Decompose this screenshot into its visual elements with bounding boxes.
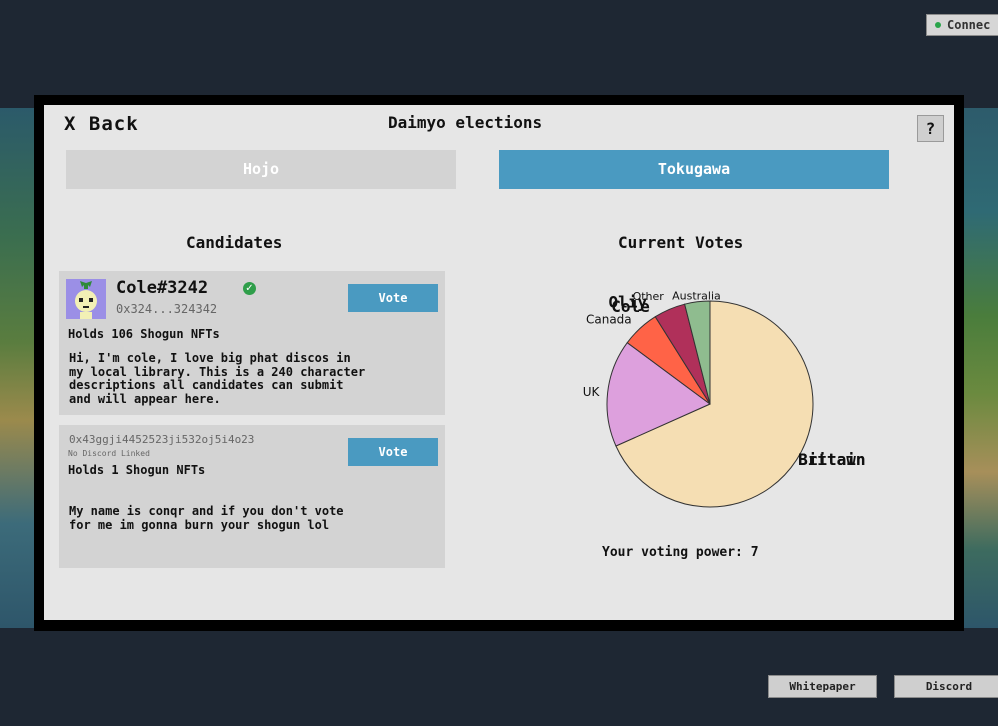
votes-pie-chart: BittawnBritainUKCanadaOliyColeOther Austr…: [583, 290, 866, 508]
candidate-description: My name is conqr and if you don't vote f…: [69, 504, 344, 532]
candidates-title: Candidates: [186, 233, 283, 252]
pie-label-uk: UK: [583, 385, 601, 399]
current-votes-title: Current Votes: [618, 233, 744, 252]
candidate-address: 0x324...324342: [116, 302, 218, 316]
vote-button[interactable]: Vote: [348, 284, 438, 312]
connection-label: Connec: [947, 18, 991, 32]
voting-power: Your voting power: 7: [602, 545, 759, 560]
candidate-address: 0x43ggji4452523ji532oj5i4o23: [69, 433, 255, 446]
back-button[interactable]: X Back: [64, 113, 139, 135]
pie-label-other: Other: [633, 290, 665, 303]
connected-dot-icon: [935, 22, 941, 28]
verified-icon: ✓: [243, 282, 256, 295]
page-title: Daimyo elections: [388, 113, 543, 132]
candidate-name: Cole#3242: [116, 278, 209, 298]
help-button[interactable]: ?: [917, 115, 944, 142]
candidate-holdings: Holds 1 Shogun NFTs: [68, 463, 206, 477]
map-background-right: [960, 108, 998, 628]
vote-button[interactable]: Vote: [348, 438, 438, 466]
avatar: [66, 279, 106, 319]
pie-label-overlay: Britain: [798, 450, 865, 469]
whitepaper-button[interactable]: Whitepaper: [768, 675, 877, 698]
candidate-description: Hi, I'm cole, I love big phat discos in …: [69, 351, 366, 406]
tab-hojo[interactable]: Hojo: [66, 150, 456, 189]
discord-status: No Discord Linked: [68, 449, 150, 458]
discord-button[interactable]: Discord: [894, 675, 998, 698]
connection-status-button[interactable]: Connec: [926, 14, 998, 36]
candidate-holdings: Holds 106 Shogun NFTs: [68, 327, 220, 341]
pie-label-australia: Australia: [672, 290, 721, 303]
tab-tokugawa[interactable]: Tokugawa: [499, 150, 889, 189]
